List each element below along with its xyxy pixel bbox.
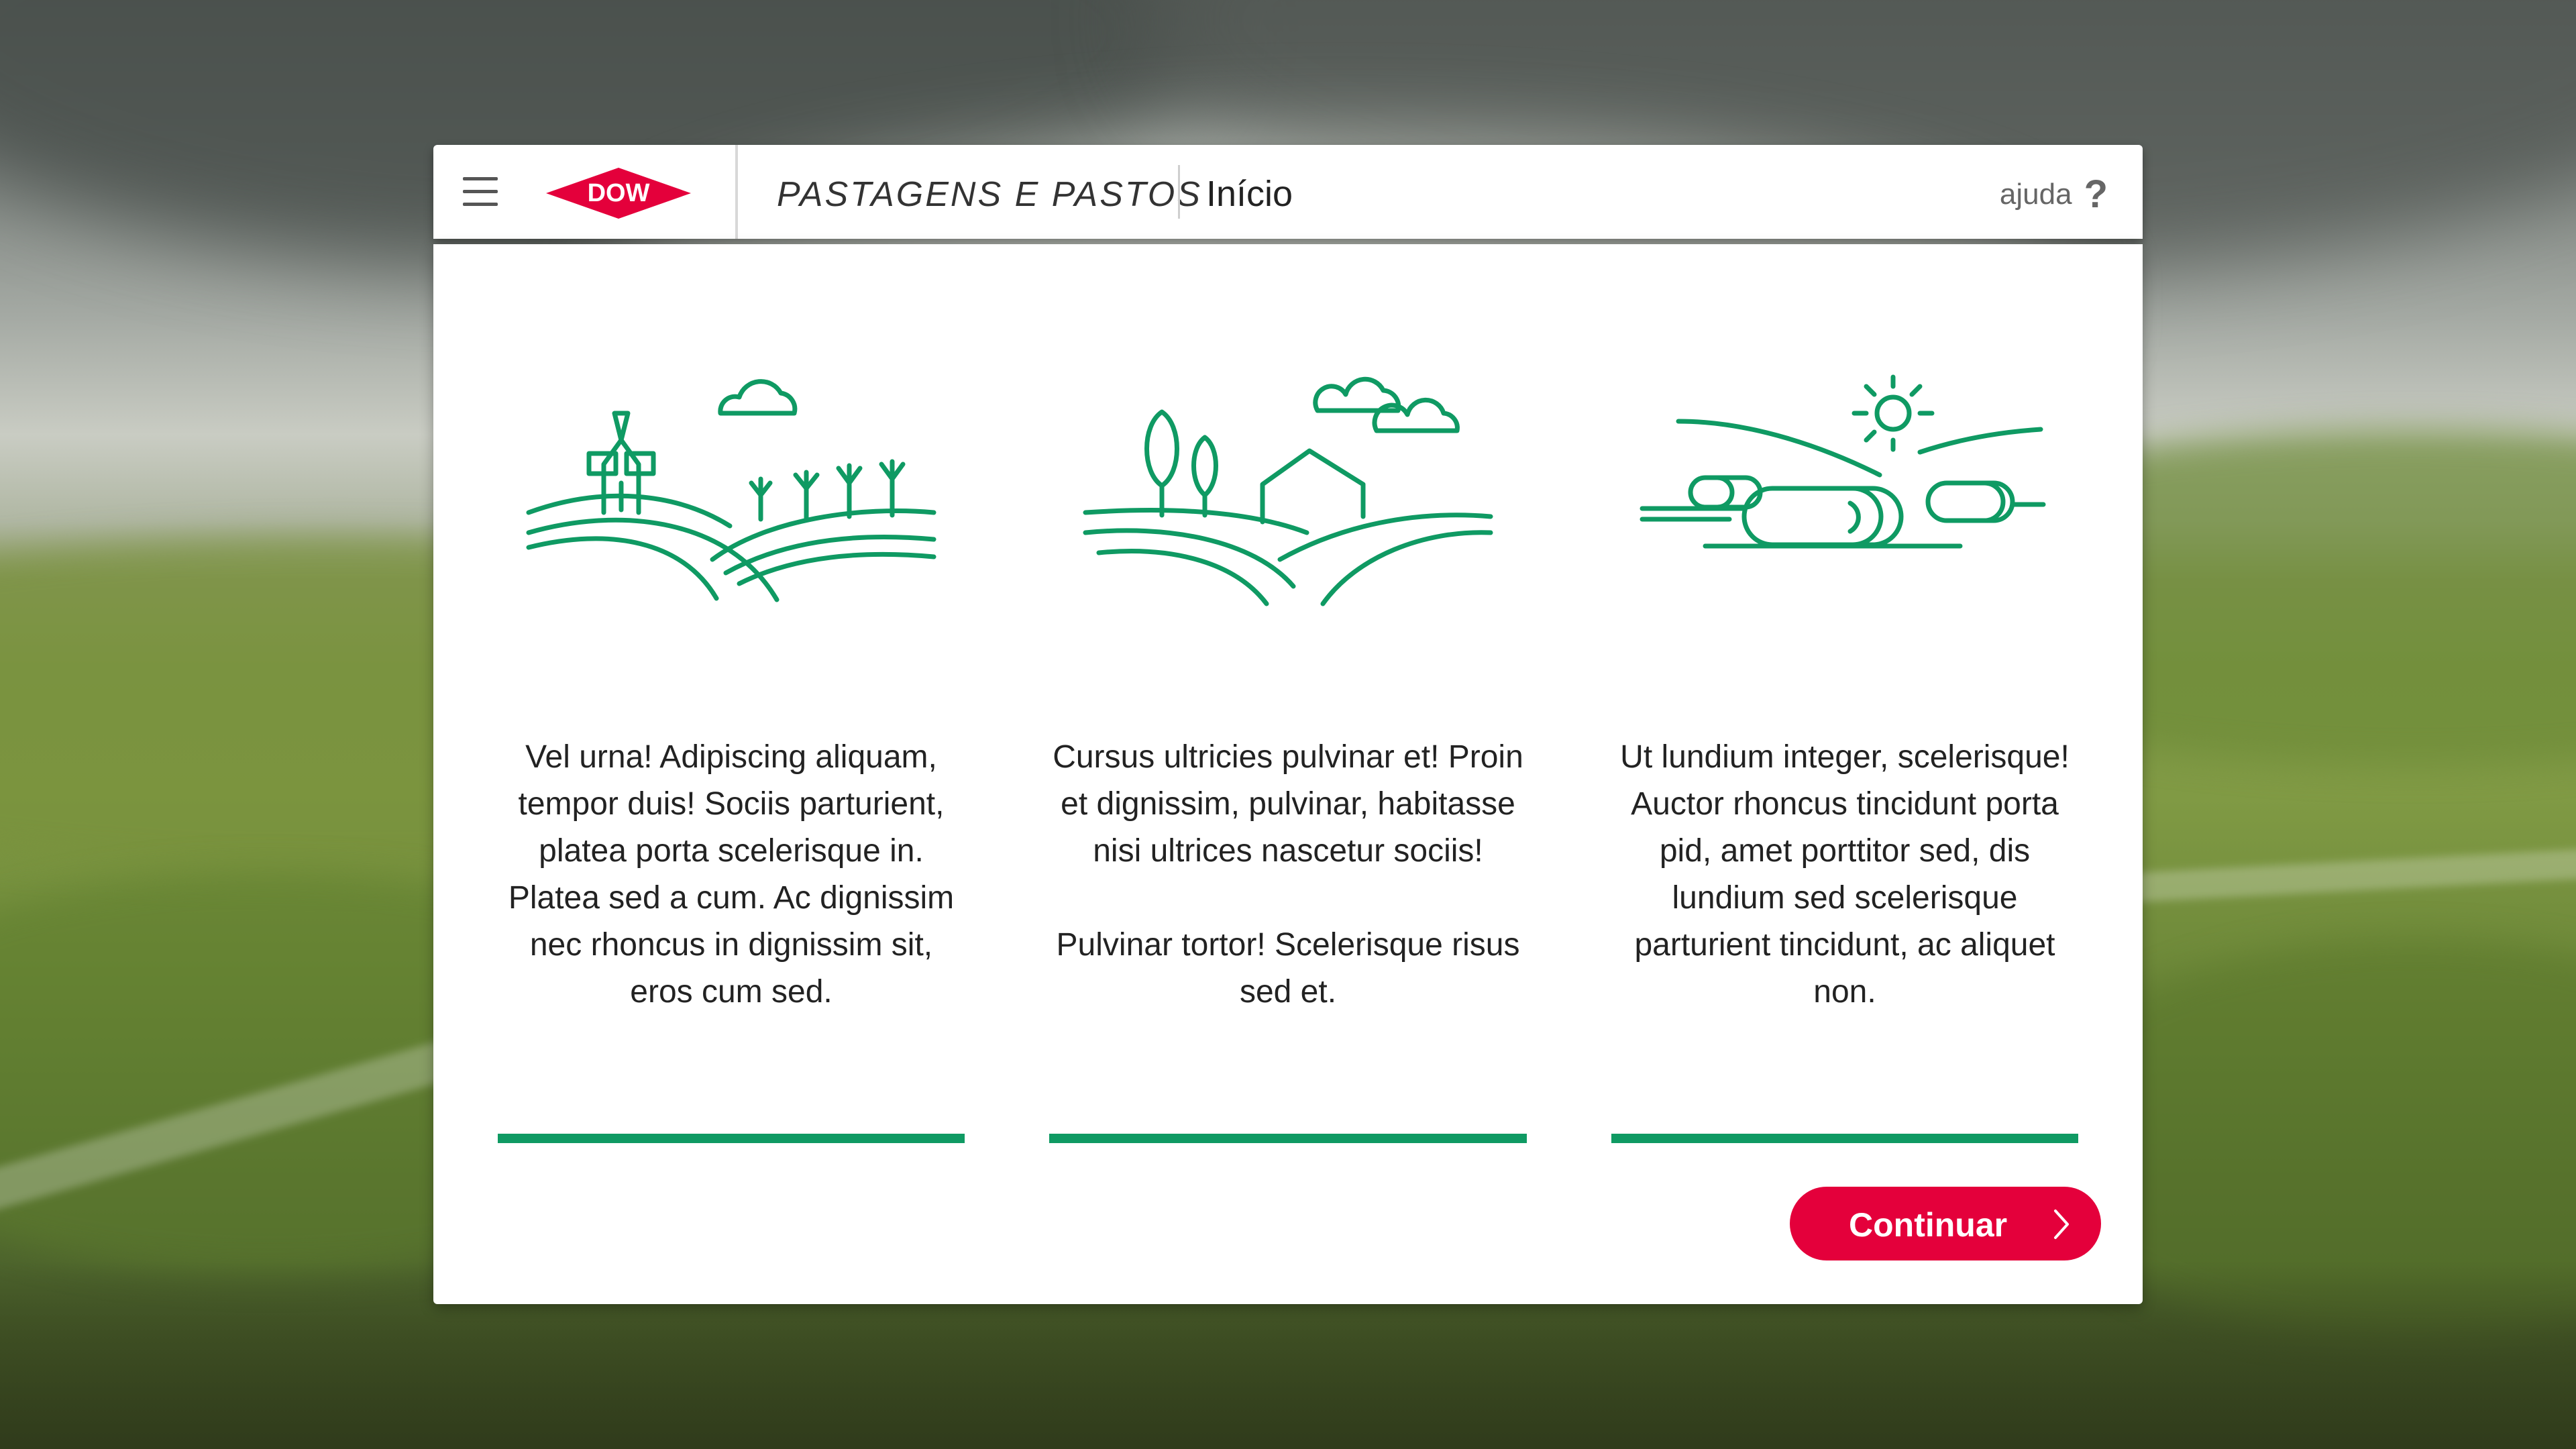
header-divider bbox=[1178, 165, 1180, 219]
app-header: DOW PASTAGENS E PASTOS Início ajuda ? bbox=[433, 145, 2143, 239]
help-label: ajuda bbox=[1999, 177, 2072, 211]
header-divider bbox=[735, 145, 738, 239]
column-accent-bar bbox=[1611, 1134, 2078, 1143]
info-column: Vel urna! Adipiscing aliquam, tempor dui… bbox=[498, 244, 965, 1116]
column-text: Ut lundium integer, scelerisque! Auctor … bbox=[1611, 734, 2078, 1016]
continue-label: Continuar bbox=[1849, 1206, 2008, 1244]
column-paragraph: Cursus ultricies pulvinar et! Proin et d… bbox=[1053, 739, 1523, 869]
svg-text:DOW: DOW bbox=[588, 179, 650, 207]
column-paragraph: Pulvinar tortor! Scelerisque risus sed e… bbox=[1056, 927, 1520, 1010]
intro-panel: Vel urna! Adipiscing aliquam, tempor dui… bbox=[433, 244, 2143, 1304]
column-text: Vel urna! Adipiscing aliquam, tempor dui… bbox=[498, 734, 965, 1016]
dow-logo: DOW bbox=[546, 168, 691, 219]
farm-windmill-crops-icon bbox=[526, 379, 936, 602]
continue-button[interactable]: Continuar bbox=[1790, 1187, 2101, 1260]
info-column: Ut lundium integer, scelerisque! Auctor … bbox=[1611, 244, 2078, 1116]
info-column: Cursus ultricies pulvinar et! Proin et d… bbox=[1049, 244, 1527, 1116]
column-accent-bar bbox=[1049, 1134, 1527, 1143]
page-title: Início bbox=[1206, 174, 1293, 214]
column-text: Cursus ultricies pulvinar et! Proin et d… bbox=[1049, 734, 1527, 1016]
help-icon: ? bbox=[2084, 172, 2108, 216]
hills-trees-barn-icon bbox=[1083, 376, 1493, 606]
column-accent-bar bbox=[498, 1134, 965, 1143]
help-button[interactable]: ajuda ? bbox=[2000, 172, 2108, 217]
column-paragraph: Vel urna! Adipiscing aliquam, tempor dui… bbox=[508, 739, 955, 1010]
hay-bales-sun-icon bbox=[1640, 374, 2046, 549]
app-title: PASTAGENS E PASTOS bbox=[777, 175, 1202, 214]
chevron-right-icon bbox=[2054, 1210, 2069, 1239]
hamburger-menu-icon[interactable] bbox=[463, 176, 498, 208]
column-paragraph: Ut lundium integer, scelerisque! Auctor … bbox=[1620, 739, 2070, 1010]
